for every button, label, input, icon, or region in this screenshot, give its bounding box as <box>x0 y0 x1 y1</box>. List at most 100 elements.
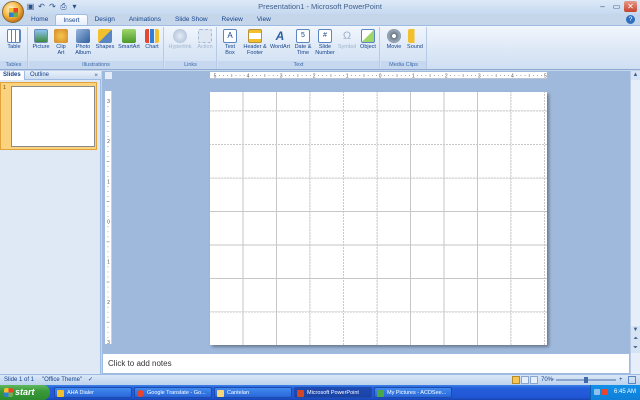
taskbar-item-google-translate[interactable]: Google Translate - Go... <box>134 387 212 398</box>
picture-button[interactable]: Picture <box>31 29 51 50</box>
taskbar-item-acdsee[interactable]: My Pictures - ACDSee... <box>374 387 452 398</box>
ruler-tick <box>528 74 530 77</box>
slide-thumbnail[interactable] <box>11 86 95 147</box>
group-label-illustrations: Illustrations <box>29 61 163 69</box>
slide-number-button[interactable]: # Slide Number <box>314 29 336 56</box>
previous-slide-icon[interactable]: ⏶ <box>631 335 640 344</box>
zoom-out-button[interactable]: − <box>551 375 555 385</box>
hyperlink-button[interactable]: Hyperlink <box>167 29 193 50</box>
ruler-tick <box>107 211 109 213</box>
ruler-tick <box>107 111 109 112</box>
tab-outline[interactable]: Outline <box>27 71 57 80</box>
date-time-button[interactable]: 5 Date & Time <box>293 29 313 56</box>
ruler-label: 2 <box>107 300 110 306</box>
taskbar-item-cantelan[interactable]: Cantelan <box>214 387 292 398</box>
ruler-tick <box>107 216 109 218</box>
start-button[interactable]: start <box>0 385 50 400</box>
tab-review[interactable]: Review <box>215 14 250 25</box>
system-tray: 6:45 AM <box>590 385 640 400</box>
tab-home[interactable]: Home <box>24 14 55 25</box>
shapes-button[interactable]: Shapes <box>95 29 115 50</box>
scroll-up-icon[interactable]: ▲ <box>631 71 640 80</box>
close-button[interactable]: ✕ <box>624 1 637 12</box>
ruler-tick <box>231 74 233 77</box>
ruler-tick <box>454 75 456 76</box>
ruler-tick <box>107 126 109 127</box>
group-label-tables: Tables <box>0 61 27 69</box>
spell-check-icon[interactable]: ✓ <box>88 375 93 385</box>
vertical-scrollbar[interactable]: ▲ ▼ ⏶ ⏷ <box>630 71 640 353</box>
notes-pane[interactable]: Click to add notes <box>102 353 630 374</box>
action-button[interactable]: Action <box>195 29 215 50</box>
ruler-tick <box>450 75 452 76</box>
ruler-tick <box>107 136 109 137</box>
clip-art-icon <box>54 29 68 43</box>
close-icon[interactable]: × <box>94 71 98 80</box>
ruler-tick <box>495 74 497 77</box>
slide-show-icon[interactable] <box>530 376 538 384</box>
ruler-tick <box>289 75 290 76</box>
ruler-tick <box>466 75 468 76</box>
ruler-label: 0 <box>379 74 382 80</box>
clip-art-button[interactable]: Clip Art <box>53 29 69 56</box>
photo-album-button[interactable]: Photo Album <box>72 29 94 56</box>
slide-grid <box>210 92 547 345</box>
tab-design[interactable]: Design <box>88 14 122 25</box>
horizontal-ruler[interactable]: 5 4 3 2 1 0 1 2 3 4 5 <box>210 72 547 80</box>
tab-slide-show[interactable]: Slide Show <box>168 14 215 25</box>
fit-slide-icon[interactable] <box>628 376 636 384</box>
ruler-tick <box>297 74 299 77</box>
normal-view-icon[interactable] <box>512 376 520 384</box>
acdsee-icon <box>377 390 384 397</box>
slide-sorter-icon[interactable] <box>521 376 529 384</box>
taskbar-item-powerpoint[interactable]: Microsoft PowerPoint <box>294 387 372 398</box>
ruler-tick <box>107 231 109 233</box>
group-text: A Text Box Header & Footer A WordArt 5 D… <box>218 27 380 69</box>
ruler-tick <box>305 75 307 76</box>
movie-button[interactable]: Movie <box>384 29 404 50</box>
window-controls: – ▭ ✕ <box>596 1 637 12</box>
sound-button[interactable]: Sound <box>405 29 425 50</box>
symbol-button[interactable]: Ω Symbol <box>337 29 357 50</box>
ruler-tick <box>272 75 274 76</box>
table-button[interactable]: Table <box>5 29 23 50</box>
tray-icons <box>594 389 608 395</box>
header-footer-button[interactable]: Header & Footer <box>242 29 268 56</box>
text-box-button[interactable]: A Text Box <box>220 29 240 56</box>
maximize-button[interactable]: ▭ <box>610 1 623 12</box>
office-button[interactable] <box>2 1 24 23</box>
vertical-ruler[interactable]: 3 2 1 0 1 2 3 <box>105 91 112 346</box>
ruler-tick <box>330 74 332 77</box>
tab-insert[interactable]: Insert <box>55 14 88 25</box>
ruler-tick <box>107 191 109 192</box>
next-slide-icon[interactable]: ⏷ <box>631 344 640 353</box>
tab-animations[interactable]: Animations <box>122 14 168 25</box>
zoom-slider-thumb[interactable] <box>584 377 588 383</box>
taskbar-item-aha-dialer[interactable]: AHA Dialer <box>54 387 132 398</box>
tab-slides[interactable]: Slides <box>0 71 25 80</box>
wordart-button[interactable]: A WordArt <box>269 29 291 50</box>
title-bar: ▣ ↶ ↷ ⎙ ▾ Presentation1 - Microsoft Powe… <box>0 0 640 23</box>
scroll-down-icon[interactable]: ▼ <box>631 326 640 335</box>
help-icon[interactable]: ? <box>626 15 635 24</box>
ruler-tick <box>107 146 109 147</box>
security-icon[interactable] <box>602 389 608 395</box>
network-icon[interactable] <box>594 389 600 395</box>
theme-name[interactable]: "Office Theme" <box>42 375 82 385</box>
slide-thumbnail-selected[interactable]: 1 <box>0 82 97 150</box>
chart-button[interactable]: Chart <box>142 29 162 50</box>
window-title: Presentation1 - Microsoft PowerPoint <box>258 2 382 11</box>
slide-canvas[interactable] <box>210 92 547 345</box>
object-button[interactable]: Object <box>358 29 378 50</box>
ruler-label: 2 <box>445 74 448 80</box>
notes-scrollbar[interactable] <box>630 353 640 374</box>
ruler-tick <box>343 75 344 76</box>
tab-view[interactable]: View <box>250 14 278 25</box>
zoom-in-button[interactable]: + <box>619 375 623 385</box>
smartart-button[interactable]: SmartArt <box>117 29 141 50</box>
ruler-tick <box>334 75 336 76</box>
ruler-tick <box>508 75 509 76</box>
minimize-button[interactable]: – <box>596 1 609 12</box>
ruler-label: 2 <box>313 74 316 80</box>
table-icon <box>7 29 21 43</box>
